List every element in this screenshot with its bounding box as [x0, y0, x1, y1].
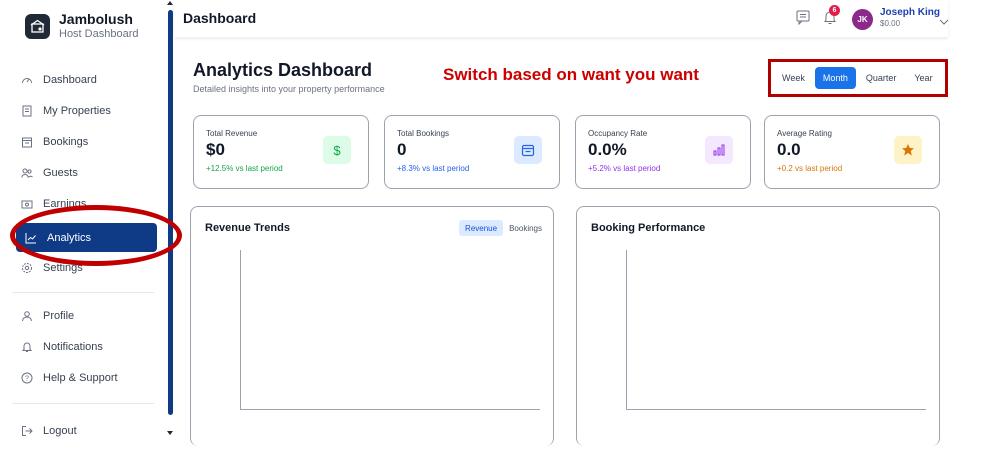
- sidebar-item-notifications[interactable]: Notifications: [20, 334, 157, 360]
- avatar[interactable]: JK: [852, 9, 873, 30]
- panel-title: Booking Performance: [591, 222, 706, 234]
- bar-chart-icon: [705, 136, 733, 164]
- sidebar-divider: [12, 403, 154, 404]
- period-toggle: Week Month Quarter Year: [774, 66, 943, 90]
- stat-label: Total Revenue: [206, 129, 258, 138]
- building-icon: [20, 104, 34, 118]
- logout-icon: [20, 424, 34, 438]
- tab-bookings[interactable]: Bookings: [503, 220, 548, 236]
- booking-performance-panel: Booking Performance: [576, 206, 940, 446]
- page-title: Analytics Dashboard: [193, 60, 373, 80]
- user-name[interactable]: Joseph King: [880, 7, 940, 18]
- stat-change: +12.5% vs last period: [206, 164, 283, 173]
- sidebar-item-label: Guests: [43, 167, 78, 179]
- annotation-text: Switch based on want you want: [443, 65, 699, 84]
- tab-revenue[interactable]: Revenue: [459, 220, 504, 236]
- money-icon: [20, 197, 34, 211]
- stat-card-total-revenue: Total Revenue $0 +12.5% vs last period $: [193, 115, 369, 189]
- message-icon[interactable]: [795, 9, 811, 26]
- scroll-up-icon[interactable]: [167, 1, 173, 5]
- brand-title: Jambolush: [59, 11, 133, 27]
- stat-value: 0: [397, 140, 407, 159]
- stat-card-average-rating: Average Rating 0.0 +0.2 vs last period: [764, 115, 940, 189]
- brand-subtitle: Host Dashboard: [59, 28, 139, 40]
- topbar-title: Dashboard: [183, 10, 257, 26]
- sidebar-item-label: Help & Support: [43, 372, 118, 384]
- revenue-trends-panel: Revenue Trends Revenue Bookings: [190, 206, 554, 446]
- sidebar-item-bookings[interactable]: Bookings: [20, 129, 157, 155]
- sidebar-item-logout[interactable]: Logout: [20, 418, 157, 444]
- stat-label: Total Bookings: [397, 129, 450, 138]
- sidebar-item-label: Logout: [43, 425, 77, 437]
- svg-text:?: ?: [25, 376, 29, 383]
- page-subtitle: Detailed insights into your property per…: [193, 84, 385, 94]
- stat-value: $0: [206, 140, 225, 159]
- annotation-circle: [10, 205, 182, 266]
- stat-value: 0.0%: [588, 140, 627, 159]
- speedometer-icon: [20, 73, 34, 87]
- scroll-down-icon[interactable]: [167, 431, 173, 435]
- sidebar-item-label: Profile: [43, 310, 75, 322]
- period-week-button[interactable]: Week: [774, 67, 813, 89]
- brand[interactable]: Jambolush Host Dashboard: [25, 12, 139, 41]
- sidebar-item-label: My Properties: [43, 105, 111, 117]
- calendar-check-icon: [514, 136, 542, 164]
- stat-change: +5.2% vs last period: [588, 164, 661, 173]
- bell-icon: [20, 340, 34, 354]
- sidebar-divider: [12, 292, 154, 293]
- user-balance: $0.00: [880, 19, 901, 28]
- chevron-down-icon[interactable]: [939, 13, 949, 31]
- sidebar-item-my-properties[interactable]: My Properties: [20, 98, 157, 124]
- period-month-button[interactable]: Month: [814, 67, 856, 89]
- sidebar-item-label: Bookings: [43, 136, 89, 148]
- sidebar-item-guests[interactable]: Guests: [20, 160, 157, 186]
- stat-card-occupancy-rate: Occupancy Rate 0.0% +5.2% vs last period: [575, 115, 751, 189]
- dollar-icon: $: [323, 136, 351, 164]
- stat-change: +0.2 vs last period: [777, 164, 843, 173]
- sidebar-item-label: Notifications: [43, 341, 103, 353]
- panel-tabs: Revenue Bookings: [459, 220, 548, 236]
- calendar-icon: [20, 135, 34, 149]
- sidebar-scrollbar[interactable]: [168, 10, 173, 415]
- stat-label: Average Rating: [777, 129, 832, 138]
- gear-icon: [20, 261, 34, 275]
- brand-logo-icon: [25, 14, 50, 39]
- sidebar-item-label: Dashboard: [43, 74, 97, 86]
- period-quarter-button[interactable]: Quarter: [858, 67, 905, 89]
- stat-change: +8.3% vs last period: [397, 164, 470, 173]
- stat-label: Occupancy Rate: [588, 129, 648, 138]
- sidebar-item-dashboard[interactable]: Dashboard: [20, 67, 157, 93]
- star-icon: [894, 136, 922, 164]
- panel-title: Revenue Trends: [205, 222, 290, 234]
- booking-chart-area: [626, 250, 926, 410]
- stat-value: 0.0: [777, 140, 801, 159]
- stat-card-total-bookings: Total Bookings 0 +8.3% vs last period: [384, 115, 560, 189]
- notification-badge: 6: [829, 5, 840, 16]
- users-icon: [20, 166, 34, 180]
- sidebar-item-profile[interactable]: Profile: [20, 303, 157, 329]
- revenue-chart-area: [240, 250, 540, 410]
- help-icon: ?: [20, 371, 34, 385]
- period-year-button[interactable]: Year: [906, 67, 940, 89]
- user-icon: [20, 309, 34, 323]
- sidebar-item-help-support[interactable]: ? Help & Support: [20, 365, 157, 391]
